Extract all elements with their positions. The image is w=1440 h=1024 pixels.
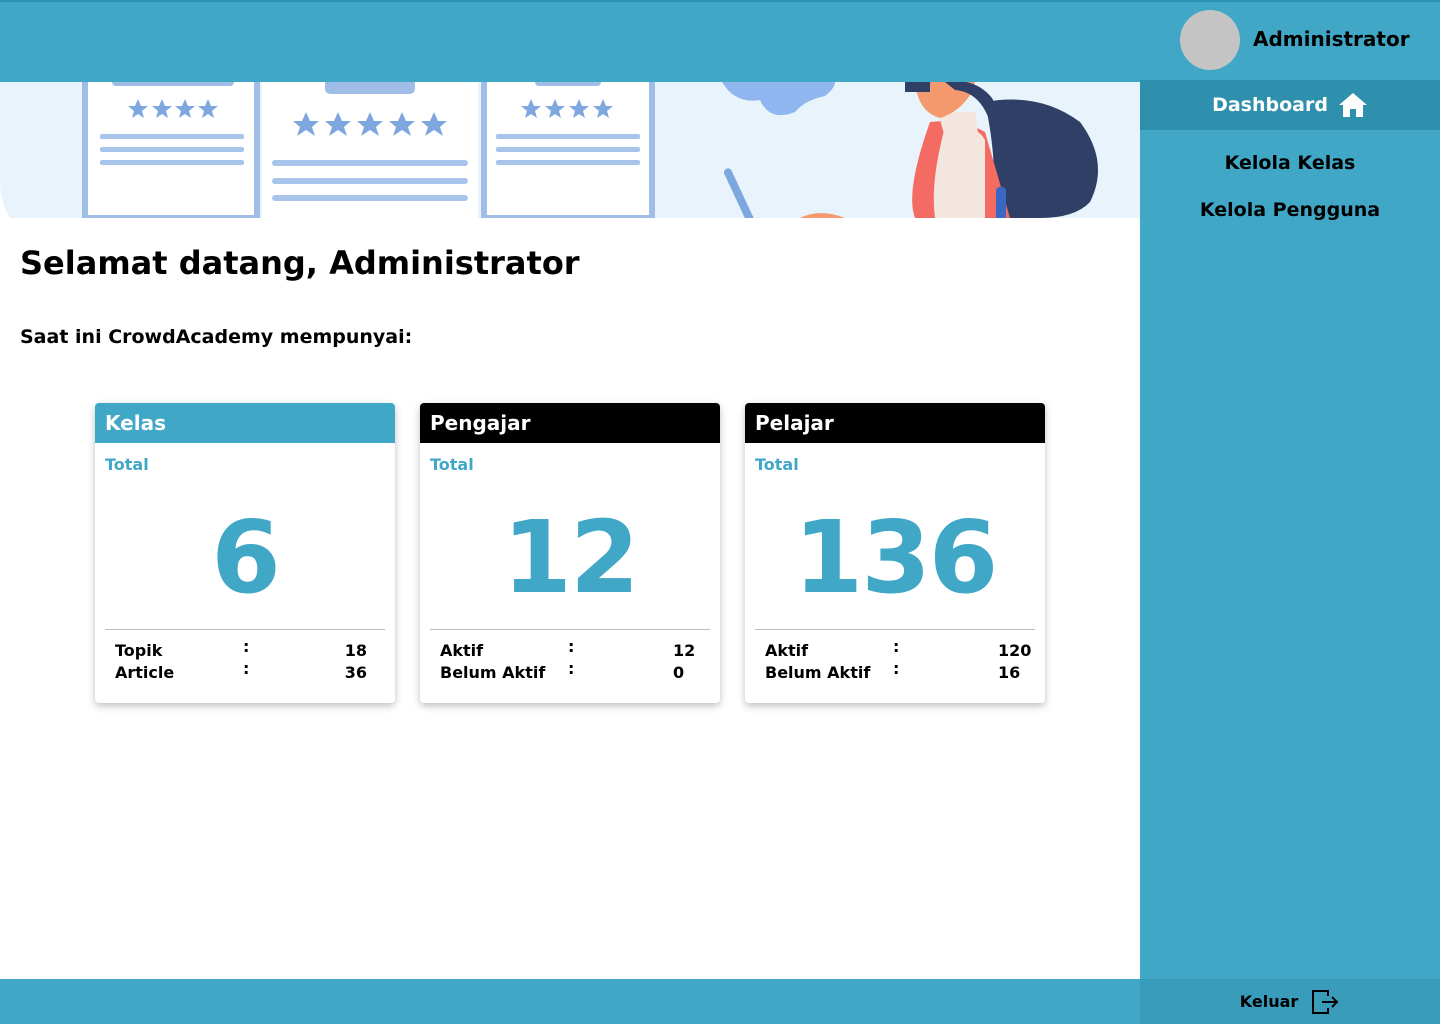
stat-label: Belum Aktif (440, 663, 546, 682)
avatar[interactable] (1180, 10, 1240, 70)
stat-value: 120 (998, 641, 1032, 660)
banner-illustration (0, 82, 1140, 218)
stat-card-pelajar: Pelajar Total 136 Aktif : 120 Belum Akti… (745, 403, 1045, 703)
stat-value: 16 (998, 663, 1021, 682)
stat-colon: : (568, 659, 575, 678)
hero-banner (0, 82, 1140, 218)
stat-label: Belum Aktif (765, 663, 871, 682)
home-icon (1338, 93, 1367, 117)
page-title: Selamat datang, Administrator (20, 244, 580, 282)
page-subtitle: Saat ini CrowdAcademy mempunyai: (20, 326, 413, 348)
sidebar-item-label: Dashboard (1212, 94, 1328, 116)
stat-card-kelas: Kelas Total 6 Topik : 18 Article : 36 (95, 403, 395, 703)
stat-label: Topik (115, 641, 163, 660)
logout-button[interactable]: Keluar (1140, 979, 1440, 1024)
card-total-value: 6 (211, 499, 281, 616)
stat-value: 18 (344, 641, 367, 660)
divider (430, 629, 710, 630)
card-total-label: Total (105, 455, 149, 474)
card-total-value: 12 (502, 499, 639, 616)
card-title: Kelas (95, 403, 395, 443)
card-title: Pengajar (420, 403, 720, 443)
footer-bar (0, 979, 1140, 1024)
stat-colon: : (243, 659, 250, 678)
stat-colon: : (893, 659, 900, 678)
user-name[interactable]: Administrator (1253, 27, 1410, 51)
sidebar-item-dashboard[interactable]: Dashboard (1140, 80, 1440, 130)
sidebar-item-kelola-pengguna[interactable]: Kelola Pengguna (1140, 199, 1440, 221)
stat-label: Aktif (765, 641, 809, 660)
stat-colon: : (568, 637, 575, 656)
stat-value: 36 (344, 663, 367, 682)
stat-colon: : (893, 637, 900, 656)
card-title: Pelajar (745, 403, 1045, 443)
stat-value: 12 (673, 641, 696, 660)
card-total-value: 136 (793, 499, 999, 616)
card-total-label: Total (430, 455, 474, 474)
stat-value: 0 (673, 663, 685, 682)
divider (105, 629, 385, 630)
divider (755, 629, 1035, 630)
stat-card-pengajar: Pengajar Total 12 Aktif : 12 Belum Aktif… (420, 403, 720, 703)
stat-label: Article (115, 663, 175, 682)
sidebar: Dashboard Kelola Kelas Kelola Pengguna (1140, 80, 1440, 1024)
top-bar: Administrator (0, 0, 1440, 82)
stat-label: Aktif (440, 641, 484, 660)
logout-label: Keluar (1239, 992, 1299, 1011)
stat-colon: : (243, 637, 250, 656)
sidebar-item-kelola-kelas[interactable]: Kelola Kelas (1140, 152, 1440, 174)
logout-icon (1312, 989, 1339, 1014)
card-total-label: Total (755, 455, 799, 474)
